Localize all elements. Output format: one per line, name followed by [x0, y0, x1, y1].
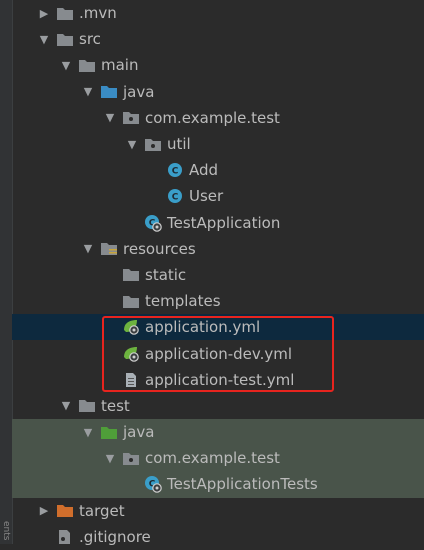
tree-item-test[interactable]: ▼ test — [12, 393, 424, 419]
tree-item-testapplicationtests[interactable]: ▶CTestApplicationTests — [12, 471, 424, 498]
tree-item-add[interactable]: ▶CAdd — [12, 157, 424, 183]
tree-item-application-test-yml[interactable]: ▶application-test.yml — [12, 367, 424, 393]
folder-icon — [122, 293, 140, 309]
resources-folder-icon — [100, 241, 118, 257]
folder-icon — [56, 5, 74, 21]
folder-icon — [78, 57, 96, 73]
file-icon — [122, 372, 140, 388]
tree-item-label: java — [123, 82, 155, 101]
tree-item-testapplication[interactable]: ▶CTestApplication — [12, 210, 424, 236]
chevron-down-icon[interactable]: ▼ — [102, 110, 118, 126]
tree-item-util[interactable]: ▼ util — [12, 131, 424, 157]
tree-item-label: application.yml — [145, 318, 261, 337]
chevron-down-icon[interactable]: ▼ — [36, 31, 52, 47]
tree-item-java[interactable]: ▼ java — [12, 419, 424, 446]
tree-item-user[interactable]: ▶CUser — [12, 183, 424, 209]
chevron-down-icon[interactable]: ▼ — [102, 450, 118, 466]
tree-item-src[interactable]: ▼ src — [12, 26, 424, 52]
folder-icon — [56, 31, 74, 47]
spring-yml-icon — [122, 346, 140, 362]
tree-item-label: util — [167, 135, 191, 154]
chevron-right-icon[interactable]: ▶ — [36, 5, 52, 21]
chevron-down-icon[interactable]: ▼ — [80, 241, 96, 257]
tree-item-label: main — [101, 56, 139, 75]
tree-item-java[interactable]: ▼ java — [12, 79, 424, 105]
folder-icon — [122, 267, 140, 283]
package-icon — [122, 450, 140, 466]
tree-item-label: User — [189, 187, 224, 206]
chevron-down-icon[interactable]: ▼ — [124, 136, 140, 152]
gutter-label: ents — [1, 520, 11, 540]
tree-item-label: Add — [189, 161, 219, 180]
folder-icon — [78, 398, 96, 414]
tree-item-templates[interactable]: ▶templates — [12, 288, 424, 314]
tree-item-label: application-test.yml — [145, 370, 295, 389]
tree-item-label: target — [79, 501, 125, 520]
tree-item-label: test — [101, 396, 130, 415]
class-icon: C — [166, 162, 184, 178]
tree-item-mvn[interactable]: ▶ .mvn — [12, 0, 424, 26]
excluded-folder-icon — [56, 503, 74, 519]
tree-item-com-example-test[interactable]: ▼ com.example.test — [12, 445, 424, 472]
project-tree: ▶ .mvn ▼ src ▼ main ▼ java ▼ com.example.test ▼ uti… — [12, 0, 424, 550]
tree-item-label: .gitignore — [79, 527, 151, 546]
tree-item-label: resources — [123, 239, 196, 258]
tree-item-application-dev-yml[interactable]: ▶application-dev.yml — [12, 340, 424, 366]
class-icon: C — [166, 188, 184, 204]
tree-item-static[interactable]: ▶static — [12, 262, 424, 288]
tree-item-resources[interactable]: ▼ resources — [12, 236, 424, 262]
package-icon — [122, 110, 140, 126]
gitignore-icon — [56, 529, 74, 545]
svg-text:C: C — [172, 167, 179, 177]
tree-item-label: src — [79, 30, 101, 49]
tree-item-target[interactable]: ▶ target — [12, 498, 424, 524]
spring-yml-icon — [122, 319, 140, 336]
tree-item-label: TestApplicationTests — [167, 475, 318, 494]
tree-item-label: com.example.test — [145, 449, 280, 468]
tree-item-label: TestApplication — [167, 213, 281, 232]
tree-item-label: com.example.test — [145, 108, 280, 127]
test-folder-icon — [100, 424, 118, 440]
source-folder-icon — [100, 84, 118, 100]
spring-class-icon: C — [144, 476, 162, 494]
tree-item-com-example-test[interactable]: ▼ com.example.test — [12, 105, 424, 131]
chevron-down-icon[interactable]: ▼ — [80, 424, 96, 440]
tree-item-application-yml[interactable]: ▶application.yml — [12, 314, 424, 341]
tree-item-label: .mvn — [79, 4, 117, 23]
tree-item-label: application-dev.yml — [145, 344, 293, 363]
chevron-down-icon[interactable]: ▼ — [58, 57, 74, 73]
package-icon — [144, 136, 162, 152]
chevron-right-icon[interactable]: ▶ — [36, 503, 52, 519]
tree-item-label: templates — [145, 292, 221, 311]
tree-item-main[interactable]: ▼ main — [12, 52, 424, 78]
tree-item-gitignore[interactable]: ▶.gitignore — [12, 524, 424, 550]
chevron-down-icon[interactable]: ▼ — [58, 398, 74, 414]
chevron-down-icon[interactable]: ▼ — [80, 84, 96, 100]
tree-item-label: static — [145, 265, 187, 284]
spring-class-icon: C — [144, 214, 162, 232]
tree-item-label: java — [123, 423, 155, 442]
svg-text:C: C — [172, 193, 179, 203]
